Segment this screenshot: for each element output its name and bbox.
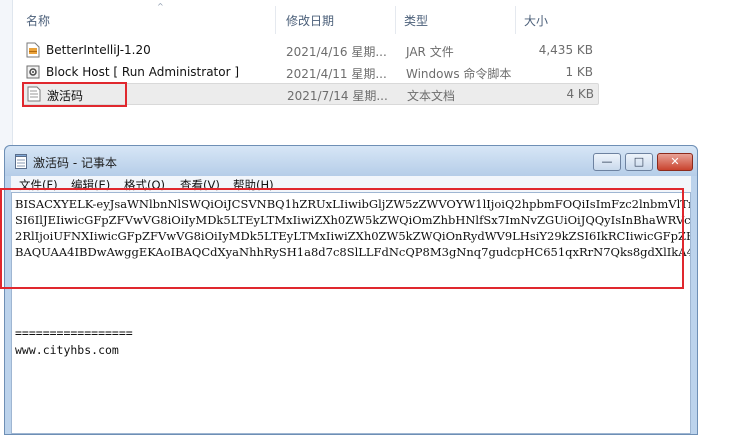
file-type: 文本文档 — [407, 89, 456, 103]
notepad-title-bar[interactable]: 激活码 - 记事本 — □ ✕ — [5, 146, 697, 176]
website-line: www.cityhbs.com — [15, 343, 119, 357]
file-row-betterintellij[interactable]: BetterIntelliJ-1.20 2021/4/16 星期... JAR … — [22, 40, 597, 60]
file-date: 2021/7/14 星期... — [287, 89, 388, 103]
column-date-header[interactable]: 修改日期 — [286, 12, 334, 29]
close-button[interactable]: ✕ — [657, 153, 693, 171]
column-divider[interactable] — [275, 6, 276, 34]
file-size: 4,435 KB — [538, 43, 593, 57]
batch-script-icon — [26, 65, 40, 79]
column-type-header[interactable]: 类型 — [404, 12, 428, 29]
file-size: 1 KB — [565, 65, 593, 79]
column-divider[interactable] — [515, 6, 516, 34]
notepad-icon — [15, 154, 27, 169]
file-date: 2021/4/11 星期... — [286, 67, 387, 81]
file-name: BetterIntelliJ-1.20 — [46, 43, 151, 57]
column-divider[interactable] — [395, 6, 396, 34]
file-type: JAR 文件 — [406, 45, 454, 59]
column-header-bar: ^ 名称 修改日期 类型 大小 — [12, 0, 750, 34]
red-annotation-box — [0, 188, 684, 289]
file-size: 4 KB — [566, 87, 594, 101]
separator-line: ================= — [15, 326, 133, 340]
file-explorer: ^ 名称 修改日期 类型 大小 BetterIntelliJ-1.20 2021… — [0, 0, 750, 150]
file-name: Block Host [ Run Administrator ] — [46, 65, 240, 79]
jar-file-icon — [26, 42, 40, 58]
column-size-header[interactable]: 大小 — [524, 12, 548, 29]
maximize-button[interactable]: □ — [625, 153, 653, 171]
file-type: Windows 命令脚本 — [406, 67, 512, 81]
column-name-header[interactable]: 名称 — [26, 12, 50, 29]
file-date: 2021/4/16 星期... — [286, 45, 387, 59]
file-row-block-host[interactable]: Block Host [ Run Administrator ] 2021/4/… — [22, 62, 597, 82]
red-annotation-box — [22, 82, 127, 107]
window-title: 激活码 - 记事本 — [33, 156, 117, 170]
minimize-button[interactable]: — — [593, 153, 621, 171]
sort-caret-icon: ^ — [157, 2, 164, 11]
